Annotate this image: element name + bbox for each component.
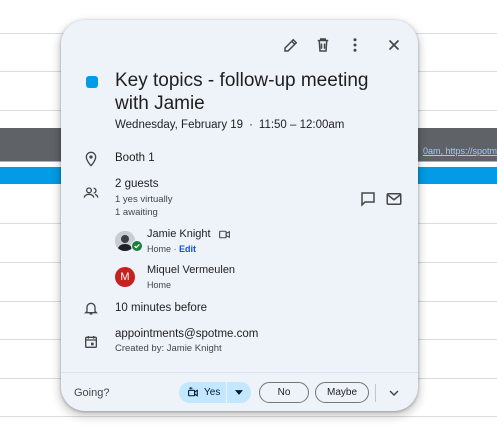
guest-name[interactable]: Miquel Vermeulen: [147, 264, 235, 276]
guest-attendance: Home · Edit: [147, 244, 197, 254]
delete-event-button[interactable]: [311, 33, 335, 57]
close-icon: [388, 39, 400, 51]
accepted-check-icon: [131, 240, 143, 252]
more-options-button[interactable]: [343, 33, 367, 57]
guest-name[interactable]: Jamie Knight: [147, 228, 211, 240]
guests-icon: [82, 184, 100, 202]
event-location: Booth 1: [115, 152, 155, 164]
event-title: Key topics - follow-up meeting with Jami…: [115, 70, 369, 114]
trash-icon: [317, 38, 329, 52]
guest-location: Home: [147, 244, 172, 254]
rsvp-separator: [375, 384, 376, 402]
calendar-owner: appointments@spotme.com: [115, 328, 259, 340]
event-details-popover: Key topics - follow-up meeting with Jami…: [61, 20, 418, 411]
edit-event-button[interactable]: [279, 33, 303, 57]
event-date: Wednesday, February 19: [115, 119, 244, 131]
created-by: Created by: Jamie Knight: [115, 343, 222, 354]
rsvp-no-button[interactable]: No: [259, 382, 309, 403]
rsvp-yes-label: Yes: [204, 387, 221, 398]
mail-icon: [386, 193, 402, 205]
chat-icon: [361, 192, 375, 207]
email-guests-button[interactable]: [382, 187, 406, 211]
guest-awaiting-summary: 1 awaiting: [115, 207, 158, 218]
event-date-time: Wednesday, February 19 · 11:50 – 12:00am: [115, 119, 344, 131]
bell-icon: [82, 299, 100, 317]
rsvp-yes-options-button[interactable]: [227, 390, 251, 395]
grid-line: [0, 416, 497, 417]
event-time: 11:50 – 12:00am: [258, 119, 345, 131]
chevron-down-icon: [389, 390, 399, 397]
calendar-event-link[interactable]: 0am, https://spotm: [423, 146, 497, 156]
close-popover-button[interactable]: [382, 33, 406, 57]
rsvp-maybe-button[interactable]: Maybe: [315, 382, 369, 403]
event-color-chip: [86, 76, 98, 88]
avatar[interactable]: M: [115, 267, 135, 287]
guest-yes-summary: 1 yes virtually: [115, 194, 173, 205]
video-call-icon: [216, 226, 232, 242]
rsvp-prompt: Going?: [74, 387, 110, 399]
rsvp-yes-button[interactable]: Yes: [179, 382, 226, 403]
footer-divider: [61, 372, 418, 373]
date-time-separator: ·: [249, 119, 253, 131]
calendar-icon: [82, 333, 100, 351]
location-icon: [82, 150, 100, 168]
more-vert-icon: [353, 38, 357, 52]
reminder-text: 10 minutes before: [115, 302, 208, 314]
edit-attendance-link[interactable]: Edit: [179, 244, 196, 254]
pencil-icon: [284, 38, 298, 52]
guest-count: 2 guests: [115, 178, 159, 190]
caret-down-icon: [235, 390, 244, 395]
rsvp-more-button[interactable]: [382, 381, 406, 405]
video-attend-icon: [188, 387, 198, 397]
rsvp-yes-split-button: Yes: [179, 382, 251, 403]
guest-location: Home: [147, 280, 172, 290]
message-guests-button[interactable]: [356, 187, 380, 211]
